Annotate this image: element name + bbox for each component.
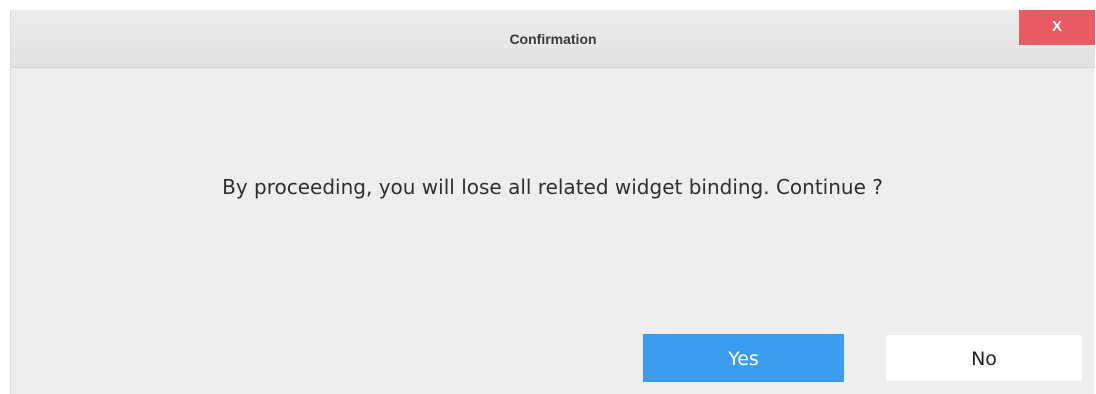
dialog-titlebar: Confirmation X: [11, 10, 1095, 68]
confirmation-message: By proceeding, you will lose all related…: [222, 175, 883, 199]
confirmation-dialog: Confirmation X By proceeding, you will l…: [10, 10, 1095, 394]
no-button[interactable]: No: [885, 334, 1083, 382]
close-button[interactable]: X: [1019, 10, 1095, 45]
dialog-title: Confirmation: [509, 31, 597, 47]
yes-button[interactable]: Yes: [643, 334, 844, 382]
